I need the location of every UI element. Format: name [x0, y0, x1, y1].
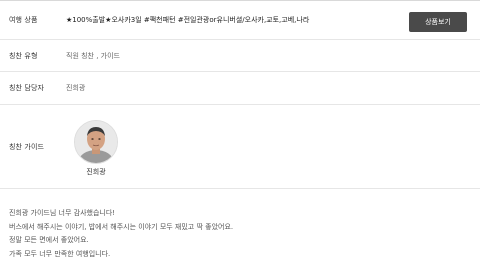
guide-photo-icon: [75, 121, 117, 163]
view-product-button[interactable]: 상품보기: [409, 12, 467, 32]
manager-value: 진희광: [66, 84, 86, 92]
manager-row: 칭찬 담당자 진희광: [0, 72, 480, 105]
guide-card: 진희광: [74, 120, 118, 177]
praise-type-value: 직원 칭찬 , 가이드: [66, 51, 120, 60]
praise-type-row: 칭찬 유형 직원 칭찬 , 가이드: [0, 40, 480, 72]
guide-name: 진희광: [86, 168, 106, 176]
review-line: 정말 모든 면에서 좋았어요.: [9, 236, 89, 244]
review-line: 가족 모두 너무 만족한 여행입니다.: [9, 249, 111, 258]
praise-type-label: 칭찬 유형: [9, 51, 38, 60]
guide-avatar: [74, 120, 118, 164]
product-row: 여행 상품 ★100%출발★오사카3일 #팩천패턴 #전일관광or유니버셜/오사…: [0, 0, 480, 40]
review-text: 진희광 가이드님 너무 감사했습니다! 버스에서 해주시는 이야기, 밥에서 해…: [9, 207, 469, 261]
praise-detail-page: 여행 상품 ★100%출발★오사카3일 #팩천패턴 #전일관광or유니버셜/오사…: [0, 0, 480, 280]
guide-label: 칭찬 가이드: [9, 142, 45, 151]
review-line: 버스에서 해주시는 이야기, 밥에서 해주시는 이야기 모두 재밌고 딱 좋았어…: [9, 222, 234, 231]
product-name: ★100%출발★오사카3일 #팩천패턴 #전일관광or유니버셜/오사카,교토,고…: [66, 16, 310, 24]
review-line: 진희광 가이드님 너무 감사했습니다!: [9, 209, 116, 217]
manager-label: 칭찬 담당자: [9, 84, 45, 92]
product-label: 여행 상품: [9, 16, 38, 24]
guide-row: 칭찬 가이드 진희광: [0, 105, 480, 189]
